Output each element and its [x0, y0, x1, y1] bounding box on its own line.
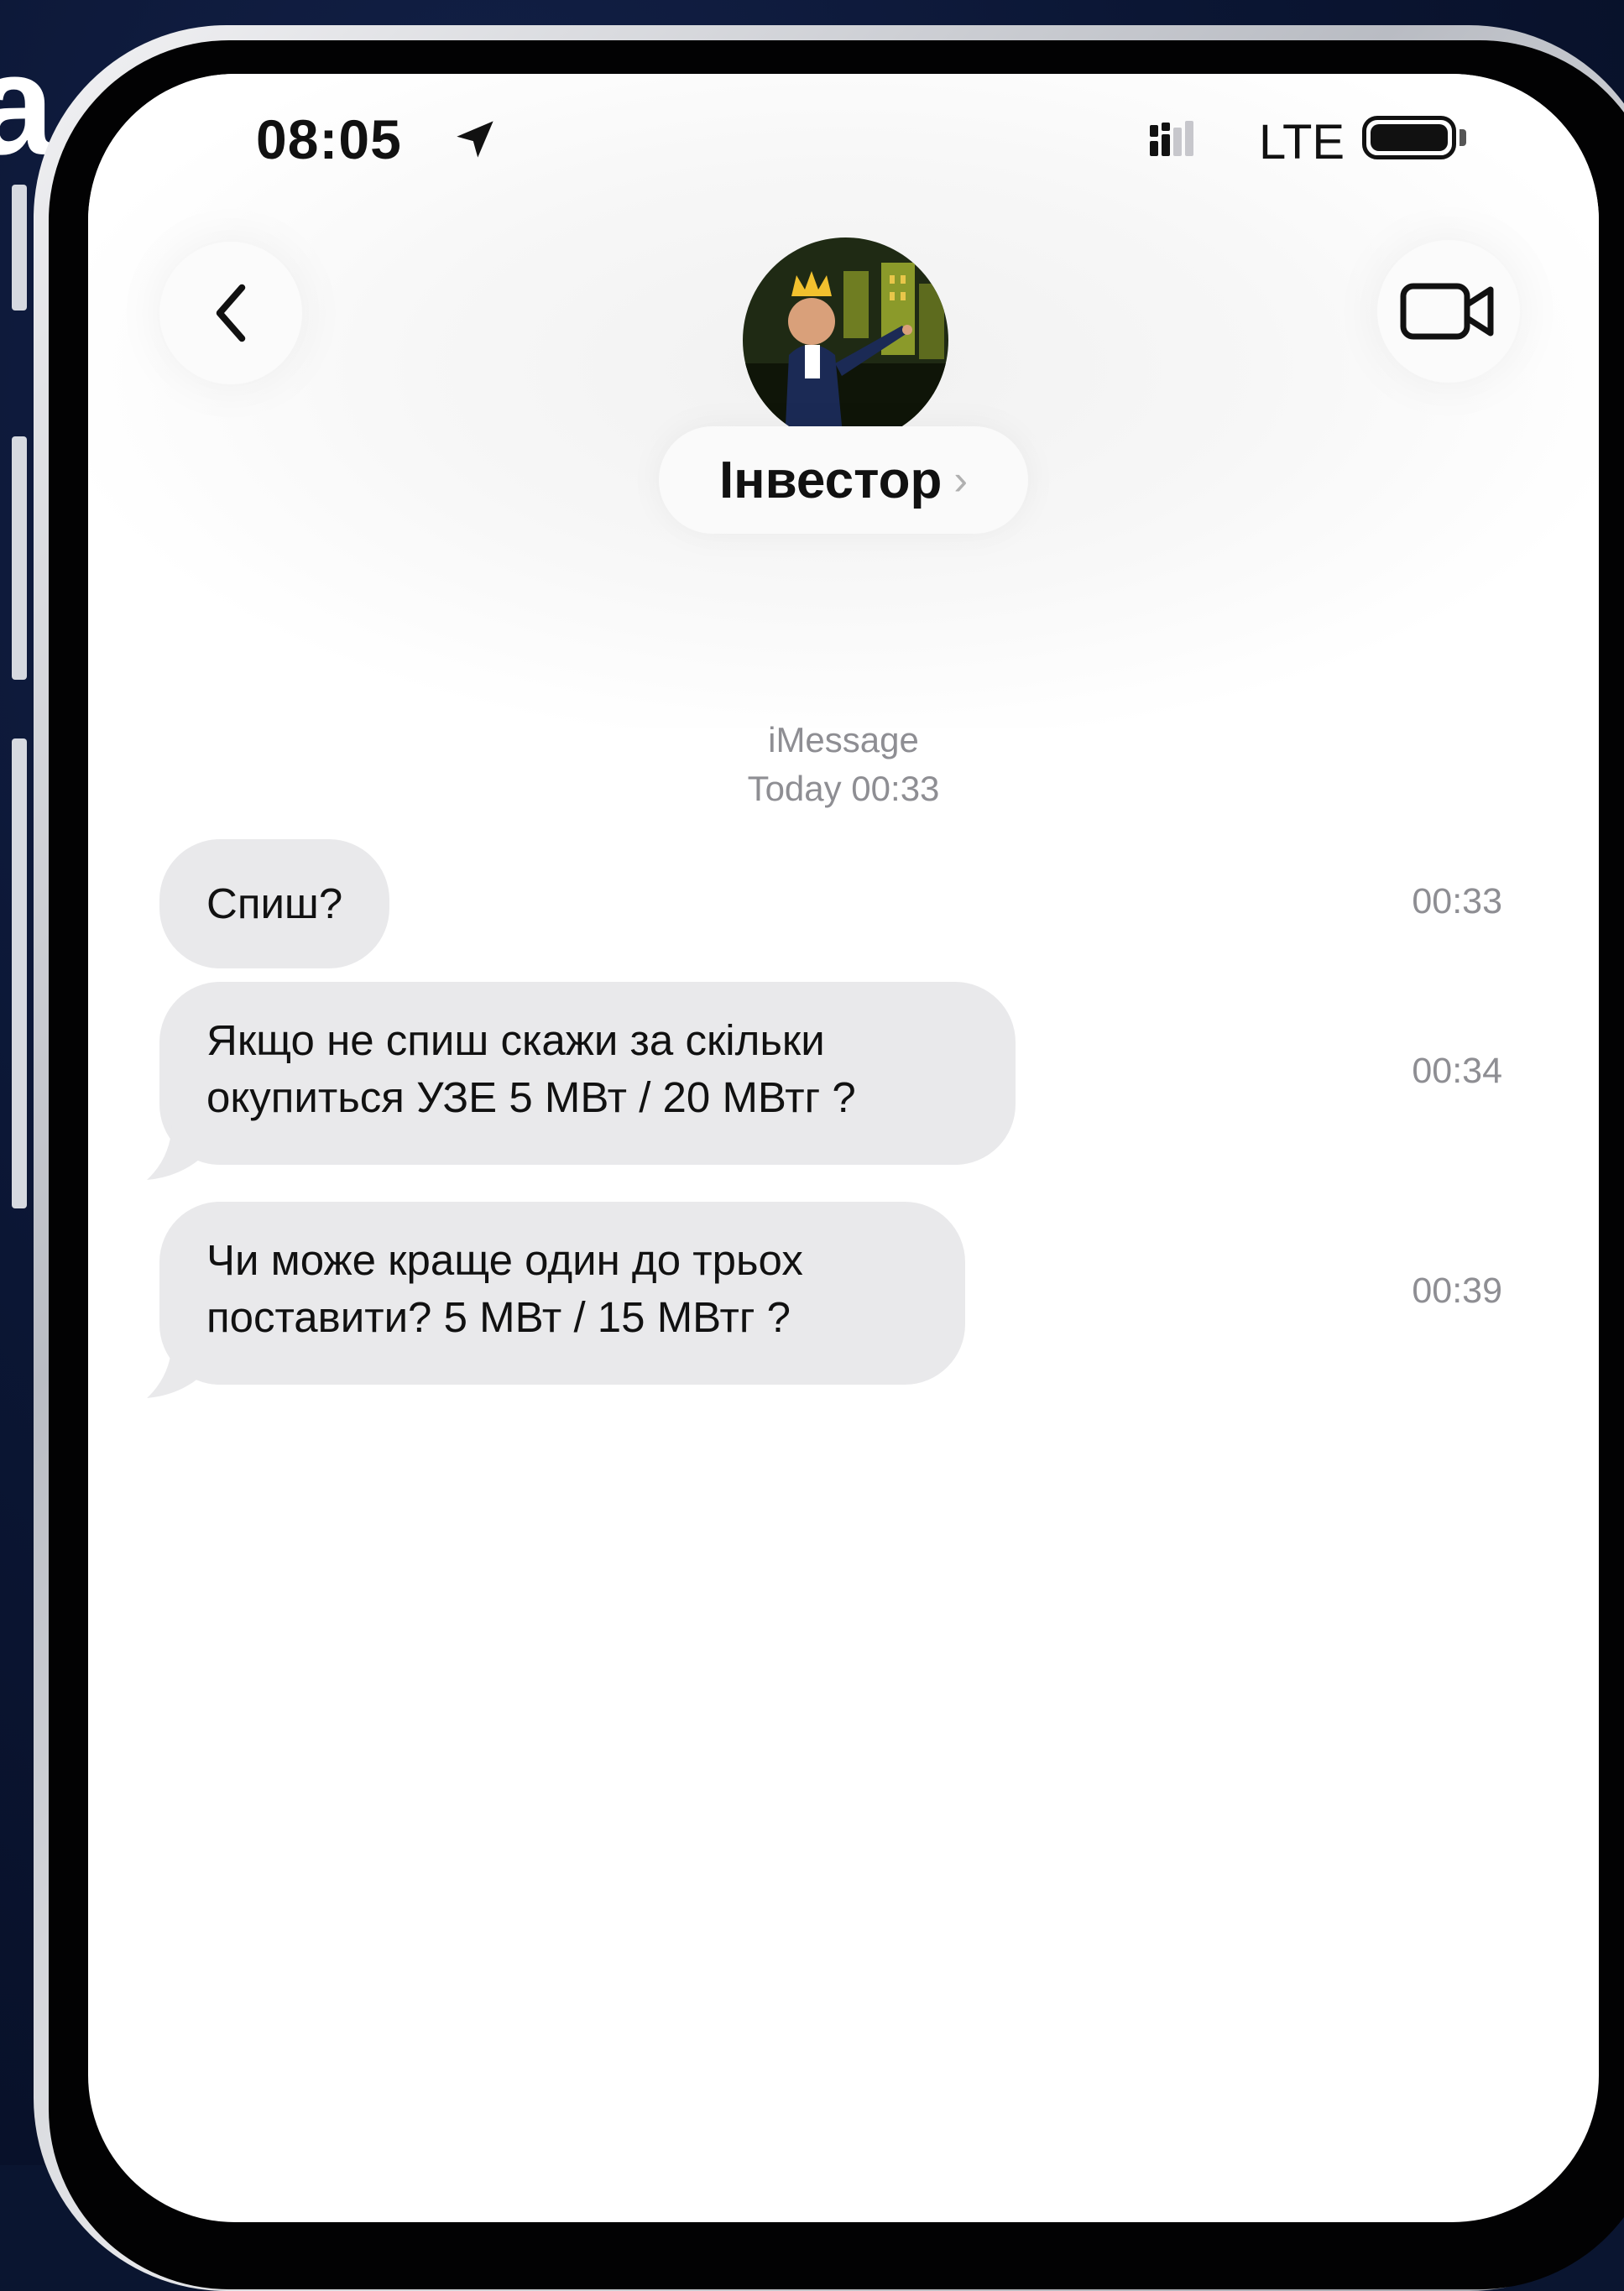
status-time: 08:05: [256, 108, 402, 170]
contact-avatar[interactable]: [743, 237, 948, 443]
location-arrow-icon: [457, 121, 493, 158]
side-button: [12, 436, 27, 680]
bubble-tail: [147, 1125, 210, 1180]
battery-cap: [1460, 129, 1466, 146]
video-call-button[interactable]: [1377, 240, 1520, 383]
network-label: LTE: [1259, 115, 1345, 170]
message-bubble[interactable]: Спиш?: [159, 839, 390, 968]
message-bubble[interactable]: Якщо не спиш скажи за скільки окупиться …: [159, 982, 1016, 1165]
message-time: 00:34: [1412, 1051, 1502, 1091]
date-label: Today 00:33: [747, 769, 940, 808]
side-button: [12, 185, 27, 311]
battery-icon: [1362, 116, 1456, 159]
message-time: 00:33: [1412, 881, 1502, 921]
contact-name-button[interactable]: Інвестор ›: [659, 426, 1028, 534]
video-camera-icon: [1400, 283, 1494, 340]
bubble-tail: [147, 1343, 210, 1398]
contact-name: Інвестор: [718, 451, 943, 509]
back-button[interactable]: [159, 242, 302, 384]
chevron-right-icon: ›: [953, 457, 969, 504]
side-button: [12, 738, 27, 1208]
message-bubble[interactable]: Чи може краще один до трьох поставити? 5…: [159, 1202, 965, 1385]
phone-screen: 08:05 LTE Інвестор › iMessage Today 00:3…: [88, 74, 1599, 2222]
message-time: 00:39: [1412, 1271, 1502, 1311]
back-chevron-icon: [216, 284, 246, 342]
service-label: iMessage: [768, 720, 919, 759]
